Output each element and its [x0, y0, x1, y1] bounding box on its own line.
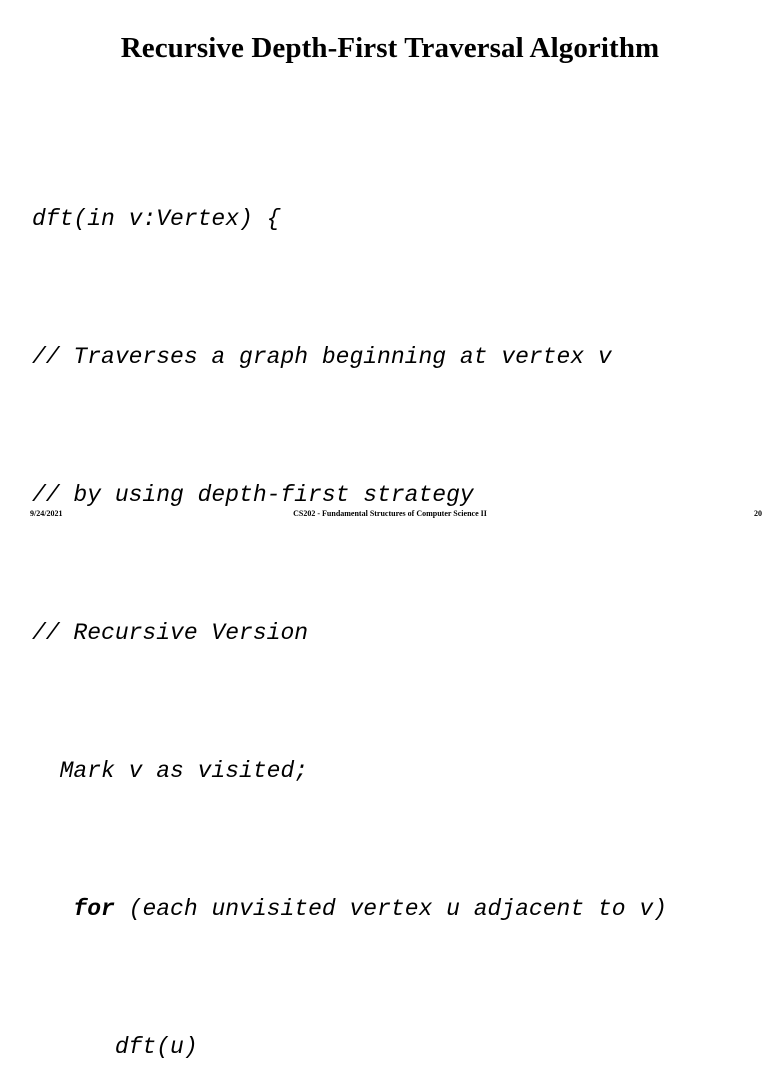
- code-line: Mark v as visited;: [32, 754, 748, 789]
- code-line-indent: [32, 1034, 115, 1060]
- code-line: // Recursive Version: [32, 616, 748, 651]
- code-line-text: // Recursive Version: [32, 619, 309, 646]
- footer-page-number: 20: [754, 509, 762, 518]
- code-line: for (each unvisited vertex u adjacent to…: [32, 892, 748, 927]
- code-line: dft(u): [32, 1030, 748, 1065]
- code-line-text: dft(in v:Vertex) {: [32, 205, 281, 232]
- code-block: dft(in v:Vertex) { // Traverses a graph …: [32, 98, 748, 1080]
- code-keyword: for: [73, 895, 115, 922]
- code-line: dft(in v:Vertex) {: [32, 202, 748, 237]
- code-line-text: // by using depth-first strategy: [32, 481, 474, 508]
- slide: Recursive Depth-First Traversal Algorith…: [0, 0, 780, 1060]
- footer-course-title: CS202 - Fundamental Structures of Comput…: [293, 509, 487, 518]
- code-line-indent: [32, 896, 73, 922]
- code-line-text: // Traverses a graph beginning at vertex…: [32, 343, 612, 370]
- code-line-text: Mark v as visited;: [59, 757, 309, 784]
- code-line-tail: (each unvisited vertex u adjacent to v): [114, 895, 667, 922]
- code-line-indent: [32, 758, 60, 784]
- code-line: // by using depth-first strategy: [32, 478, 748, 513]
- code-line-text: dft(u): [114, 1033, 198, 1060]
- code-line: // Traverses a graph beginning at vertex…: [32, 340, 748, 375]
- page-title: Recursive Depth-First Traversal Algorith…: [120, 32, 660, 64]
